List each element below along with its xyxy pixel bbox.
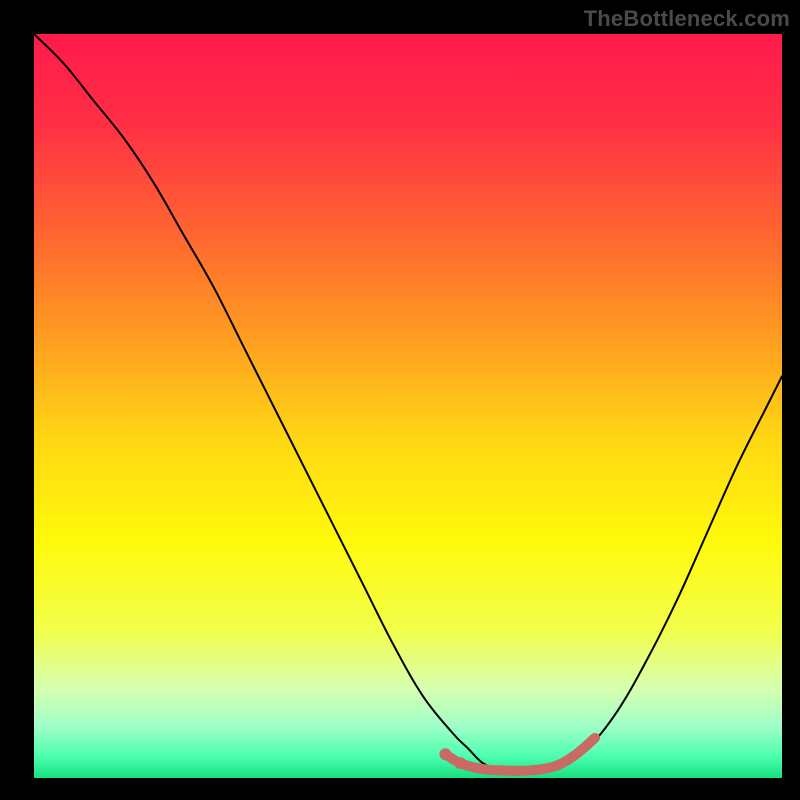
- highlight-dot: [439, 748, 451, 760]
- chart-stage: TheBottleneck.com: [0, 0, 800, 800]
- bottleneck-chart: [0, 0, 800, 800]
- highlight-dot: [454, 757, 466, 769]
- gradient-panel: [34, 34, 782, 778]
